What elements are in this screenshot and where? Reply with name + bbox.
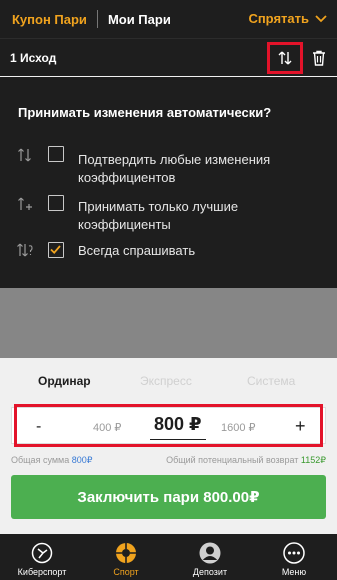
tab-divider (96, 10, 98, 28)
chevron-down-icon (315, 14, 327, 22)
outcome-bar: 1 Исход (0, 38, 337, 76)
esports-icon (31, 542, 53, 564)
stake-minus-button[interactable]: - (36, 418, 41, 436)
panel-title: Принимать изменения автоматически? (18, 105, 272, 120)
option-label: Всегда спрашивать (78, 243, 196, 258)
outcome-count: 1 Исход (10, 50, 57, 65)
stake-selector: - 400 ₽ 800 ₽ 1600 ₽ + (14, 404, 323, 447)
place-bet-button[interactable]: Заключить пари 800.00₽ (11, 475, 326, 519)
user-icon (199, 542, 221, 564)
total-value: 800₽ (71, 455, 93, 465)
swap-arrows-icon (278, 51, 292, 65)
bottom-navigation: Киберспорт Спорт Депозит Меню (0, 534, 337, 580)
nav-item-esports[interactable]: Киберспорт (0, 534, 84, 580)
sport-ball-icon (116, 543, 136, 563)
checkbox-always-ask[interactable] (48, 242, 64, 258)
nav-item-deposit[interactable]: Депозит (168, 534, 252, 580)
stake-option-higher[interactable]: 1600 ₽ (221, 421, 256, 434)
hide-label: Спрятать (248, 11, 309, 26)
option-label: Подтвердить любые изменения коэффициенто… (78, 152, 271, 185)
total-sum: Общая сумма 800₽ (11, 455, 92, 466)
potential-return: Общий потенциальный возврат 1152₽ (166, 455, 326, 466)
hide-button[interactable]: Спрятать (248, 11, 327, 26)
arrows-up-down-icon (18, 148, 31, 162)
return-label: Общий потенциальный возврат (166, 455, 299, 465)
nav-label: Депозит (192, 567, 228, 577)
coupon-header: Купон Пари Мои Пари Спрятать (0, 0, 337, 38)
tab-my-bets[interactable]: Мои Пари (108, 12, 171, 27)
stake-plus-button[interactable]: + (295, 416, 306, 437)
stake-option-lower[interactable]: 400 ₽ (93, 421, 121, 434)
checkbox-better-only[interactable] (48, 195, 64, 211)
odds-settings-button[interactable] (267, 42, 303, 74)
bet-type-tabs: Ординар Экспресс Система (0, 374, 337, 394)
odds-change-panel: Принимать изменения автоматически? Подтв… (0, 77, 337, 288)
arrows-question-icon (17, 243, 33, 257)
checkmark-icon (50, 245, 61, 255)
nav-item-sport[interactable]: Спорт (84, 534, 168, 580)
nav-label: Меню (281, 567, 307, 577)
tab-system[interactable]: Система (247, 374, 295, 388)
tab-express[interactable]: Экспресс (140, 374, 192, 388)
bet-sheet: Ординар Экспресс Система - 400 ₽ 800 ₽ 1… (0, 358, 337, 534)
arrow-up-plus-icon (18, 197, 32, 210)
dim-overlay[interactable] (0, 288, 337, 358)
trash-icon[interactable] (310, 49, 328, 67)
nav-item-menu[interactable]: Меню (252, 534, 336, 580)
nav-label: Спорт (113, 567, 139, 577)
total-label: Общая сумма (11, 455, 70, 465)
stake-underline (150, 439, 206, 440)
checkbox-confirm-any[interactable] (48, 146, 64, 162)
option-label: Принимать только лучшие коэффициенты (78, 199, 239, 232)
tab-single[interactable]: Ординар (38, 374, 91, 388)
return-value: 1152₽ (300, 455, 326, 465)
tab-coupon[interactable]: Купон Пари (12, 12, 87, 27)
stake-current-value[interactable]: 800 ₽ (154, 414, 202, 435)
more-dots-icon (283, 542, 305, 564)
nav-label: Киберспорт (17, 567, 67, 577)
